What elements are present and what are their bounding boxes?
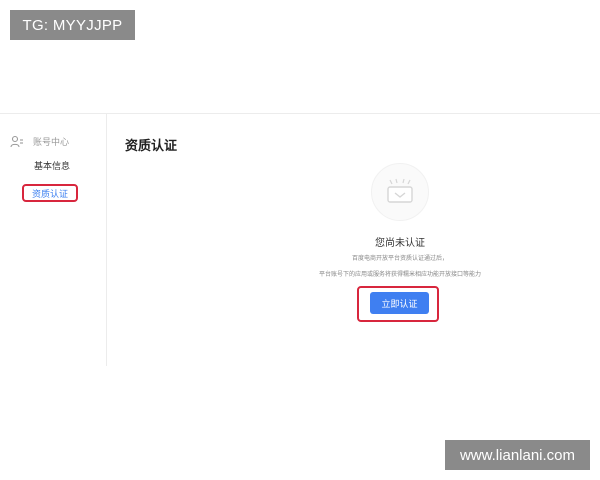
certify-now-button[interactable]: 立即认证 bbox=[370, 292, 429, 314]
inbox-tray-icon bbox=[371, 163, 429, 221]
sidebar-header-label: 账号中心 bbox=[33, 137, 70, 148]
sidebar-item-basic-info[interactable]: 基本信息 bbox=[34, 159, 70, 172]
empty-state-description-line2: 平台账号下的应用或服务将获得糯米相应功能开放接口等能力 bbox=[318, 271, 481, 278]
user-settings-icon bbox=[10, 134, 24, 148]
empty-state-description-line1: 百度电商开放平台资质认证通过后， bbox=[351, 255, 448, 262]
page-title: 资质认证 bbox=[125, 139, 178, 154]
watermark: www.lianlani.com bbox=[445, 440, 590, 470]
sidebar-header: 账号中心 bbox=[10, 134, 69, 148]
empty-state-heading: 您尚未认证 bbox=[375, 238, 425, 249]
sidebar-item-qualification[interactable]: 资质认证 bbox=[22, 184, 78, 202]
tg-label-badge: TG: MYYJJPP bbox=[10, 10, 135, 40]
sidebar: 账号中心 基本信息 资质认证 bbox=[0, 114, 107, 366]
